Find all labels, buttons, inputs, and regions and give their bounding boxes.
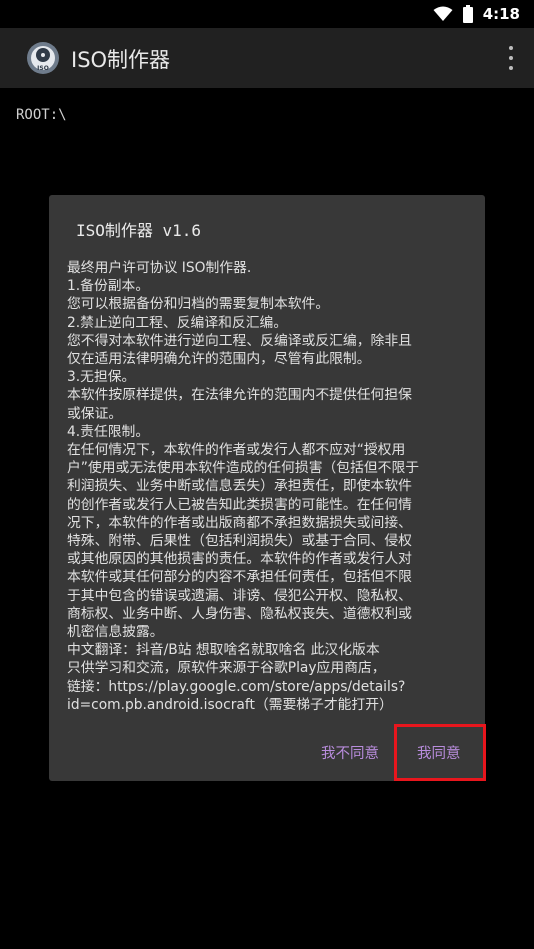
- dialog-body-line: 机密信息披露。: [67, 624, 164, 641]
- dialog-body-line: 本软件按原样提供，在法律允许的范围内不提供任何担保: [67, 387, 412, 404]
- dialog-body: 最终用户许可协议 ISO制作器. 1.备份副本。 您可以根据备份和归档的需要复制本软…: [67, 259, 469, 714]
- disagree-button[interactable]: 我不同意: [321, 742, 379, 763]
- wifi-icon: [433, 6, 453, 22]
- dialog-body-line: 仅在适用法律明确允许的范围内，尽管有此限制。: [67, 351, 371, 368]
- overflow-menu-icon[interactable]: [506, 46, 516, 70]
- app-bar: ISO ISO制作器: [0, 28, 534, 88]
- status-bar: 4:18: [0, 0, 534, 28]
- dialog-body-line: 的创作者或发行人已被告知此类损害的可能性。在任何情: [67, 496, 412, 513]
- dialog-body-line: 中文翻译：抖音/B站 想取啥名就取啥名 此汉化版本: [67, 642, 380, 659]
- dialog-body-line: 或其他原因的其他损害的责任。本软件的作者或发行人对: [67, 551, 412, 568]
- dialog-body-line: 2.禁止逆向工程、反编译和反汇编。: [67, 314, 288, 331]
- status-icons: 4:18: [433, 4, 520, 24]
- status-time: 4:18: [482, 5, 520, 23]
- app-title: ISO制作器: [71, 48, 171, 72]
- dialog-body-line: 特殊、附带、后果性（包括利润损失）或基于合同、侵权: [67, 533, 412, 550]
- dialog-body-line: 4.责任限制。: [67, 423, 150, 440]
- dialog-body-line: 在任何情况下，本软件的作者或发行人都不应对“授权用: [67, 442, 406, 459]
- dialog-body-line: 或保证。: [67, 405, 123, 422]
- dialog-body-line: 1.备份副本。: [67, 278, 150, 295]
- current-path: ROOT:\: [16, 107, 67, 123]
- dialog-body-line: 只供学习和交流，原软件来源于谷歌Play应用商店，: [67, 660, 386, 677]
- logo-text: ISO: [37, 65, 49, 72]
- dialog-body-line: 您不得对本软件进行逆向工程、反编译或反汇编，除非且: [67, 332, 412, 349]
- dialog-body-line: 况下，本软件的作者或出版商都不承担数据损失或间接、: [67, 514, 412, 531]
- dialog-body-line: 利润损失、业务中断或信息丢失）承担责任，即使本软件: [67, 478, 412, 495]
- agree-highlight-box: [394, 724, 486, 781]
- battery-icon: [462, 5, 473, 23]
- license-dialog: ISO制作器 v1.6 最终用户许可协议 ISO制作器. 1.备份副本。 您可以根据…: [49, 195, 485, 781]
- dialog-body-line: 于其中包含的错误或遗漏、诽谤、侵犯公开权、隐私权、: [67, 587, 412, 604]
- app-logo-icon: ISO: [26, 41, 60, 75]
- dialog-body-line: 本软件或其任何部分的内容不承担任何责任，包括但不限: [67, 569, 412, 586]
- dialog-body-line: 户”使用或无法使用本软件造成的任何损害（包括但不限于: [67, 460, 420, 477]
- dialog-title: ISO制作器 v1.6: [76, 221, 202, 240]
- dialog-body-line: id=com.pb.android.isocraft（需要梯子才能打开）: [67, 696, 393, 713]
- dialog-body-line: 最终用户许可协议 ISO制作器.: [67, 260, 252, 276]
- dialog-body-line: 3.无担保。: [67, 369, 136, 386]
- dialog-body-line: 商标权、业务中断、人身伤害、隐私权丧失、道德权利或: [67, 605, 412, 622]
- dialog-body-line: 链接：https://play.google.com/store/apps/de…: [67, 678, 406, 695]
- dialog-body-line: 您可以根据备份和归档的需要复制本软件。: [67, 296, 330, 313]
